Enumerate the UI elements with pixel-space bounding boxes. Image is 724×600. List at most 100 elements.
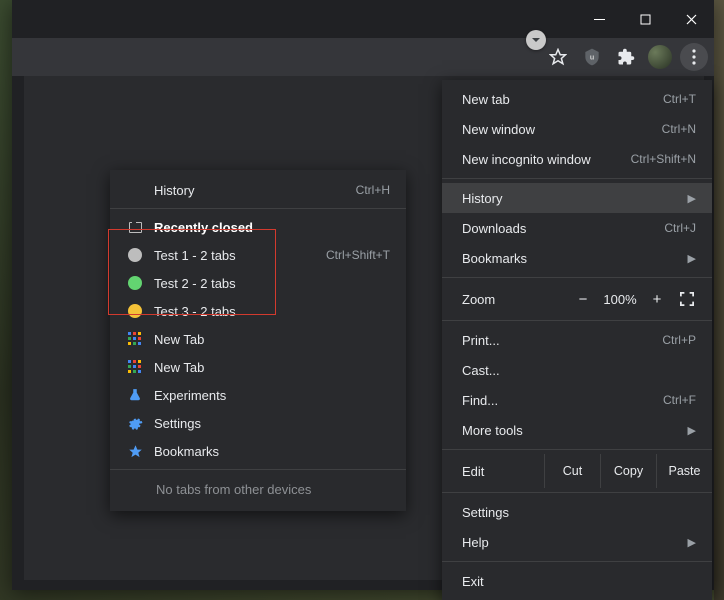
zoom-in-button[interactable]: + (642, 291, 672, 308)
window-maximize-button[interactable] (622, 0, 668, 38)
group-color-icon (126, 276, 144, 290)
menu-new-tab[interactable]: New tab Ctrl+T (442, 84, 712, 114)
group-label: Test 3 - 2 tabs (154, 304, 390, 319)
edit-cut-button[interactable]: Cut (544, 454, 600, 488)
profile-avatar[interactable] (646, 43, 674, 71)
recently-closed-page[interactable]: Experiments (110, 381, 406, 409)
chevron-right-icon: ▶ (688, 252, 696, 265)
page-label: Bookmarks (154, 444, 390, 459)
menu-separator (110, 208, 406, 209)
menu-label: Bookmarks (462, 251, 688, 266)
fullscreen-button[interactable] (672, 292, 702, 306)
extensions-puzzle-icon[interactable] (612, 43, 640, 71)
favicon-star-icon (126, 444, 144, 459)
menu-new-incognito[interactable]: New incognito window Ctrl+Shift+N (442, 144, 712, 174)
no-other-devices-text: No tabs from other devices (110, 474, 406, 505)
tab-search-button[interactable] (526, 30, 546, 50)
favicon-apps-icon (126, 332, 144, 346)
menu-shortcut: Ctrl+T (663, 92, 696, 106)
menu-edit-row: Edit Cut Copy Paste (442, 454, 712, 488)
menu-settings[interactable]: Settings (442, 497, 712, 527)
menu-more-tools[interactable]: More tools ▶ (442, 415, 712, 445)
menu-history[interactable]: History ▶ (442, 183, 712, 213)
menu-label: History (462, 191, 688, 206)
menu-label: More tools (462, 423, 688, 438)
group-color-icon (126, 304, 144, 318)
menu-label: New incognito window (462, 152, 631, 167)
menu-help[interactable]: Help ▶ (442, 527, 712, 557)
history-submenu: History Ctrl+H Recently closed Test 1 - … (110, 170, 406, 511)
menu-shortcut: Ctrl+J (664, 221, 696, 235)
menu-separator (442, 561, 712, 562)
chrome-main-menu: New tab Ctrl+T New window Ctrl+N New inc… (442, 80, 712, 600)
menu-shortcut: Ctrl+F (663, 393, 696, 407)
menu-label: Settings (462, 505, 696, 520)
menu-shortcut: Ctrl+N (662, 122, 696, 136)
menu-separator (442, 178, 712, 179)
recently-closed-group[interactable]: Test 3 - 2 tabs (110, 297, 406, 325)
menu-separator (442, 320, 712, 321)
menu-downloads[interactable]: Downloads Ctrl+J (442, 213, 712, 243)
menu-shortcut: Ctrl+P (662, 333, 696, 347)
menu-separator (442, 277, 712, 278)
svg-text:u: u (590, 53, 595, 62)
recently-closed-group[interactable]: Test 1 - 2 tabs Ctrl+Shift+T (110, 241, 406, 269)
menu-label: Cast... (462, 363, 696, 378)
menu-shortcut: Ctrl+H (356, 183, 390, 197)
menu-label: Print... (462, 333, 662, 348)
zoom-out-button[interactable]: − (568, 291, 598, 308)
menu-separator (442, 492, 712, 493)
menu-find[interactable]: Find... Ctrl+F (442, 385, 712, 415)
menu-label: Exit (462, 574, 696, 589)
menu-label: Find... (462, 393, 663, 408)
favicon-apps-icon (126, 360, 144, 374)
recently-closed-group[interactable]: Test 2 - 2 tabs (110, 269, 406, 297)
menu-shortcut: Ctrl+Shift+N (631, 152, 696, 166)
history-open-full[interactable]: History Ctrl+H (110, 176, 406, 204)
window-minimize-button[interactable] (576, 0, 622, 38)
toolbar: u (12, 38, 714, 76)
menu-label: Help (462, 535, 688, 550)
page-label: Experiments (154, 388, 390, 403)
menu-label: New tab (462, 92, 663, 107)
desktop-edge (714, 0, 724, 600)
heading-label: Recently closed (154, 220, 390, 235)
page-label: Settings (154, 416, 390, 431)
favicon-gear-icon (126, 416, 144, 431)
group-color-icon (126, 248, 144, 262)
window-close-button[interactable] (668, 0, 714, 38)
chevron-right-icon: ▶ (688, 424, 696, 437)
menu-shortcut: Ctrl+Shift+T (326, 248, 390, 262)
edit-label: Edit (442, 454, 544, 488)
recently-closed-page[interactable]: Bookmarks (110, 437, 406, 465)
ublock-extension-icon[interactable]: u (578, 43, 606, 71)
menu-label: Downloads (462, 221, 664, 236)
group-label: Test 2 - 2 tabs (154, 276, 390, 291)
edit-copy-button[interactable]: Copy (600, 454, 656, 488)
menu-zoom: Zoom − 100% + (442, 282, 712, 316)
edit-paste-button[interactable]: Paste (656, 454, 712, 488)
menu-bookmarks[interactable]: Bookmarks ▶ (442, 243, 712, 273)
menu-separator (110, 469, 406, 470)
window-titlebar (12, 0, 714, 38)
group-label: Test 1 - 2 tabs (154, 248, 316, 263)
recently-closed-page[interactable]: New Tab (110, 325, 406, 353)
menu-new-window[interactable]: New window Ctrl+N (442, 114, 712, 144)
chrome-menu-button[interactable] (680, 43, 708, 71)
zoom-label: Zoom (462, 292, 568, 307)
menu-exit[interactable]: Exit (442, 566, 712, 596)
menu-separator (442, 449, 712, 450)
recently-closed-page[interactable]: Settings (110, 409, 406, 437)
menu-print[interactable]: Print... Ctrl+P (442, 325, 712, 355)
menu-cast[interactable]: Cast... (442, 355, 712, 385)
recently-closed-page[interactable]: New Tab (110, 353, 406, 381)
menu-label: New window (462, 122, 662, 137)
page-label: New Tab (154, 360, 390, 375)
chevron-right-icon: ▶ (688, 536, 696, 549)
window-icon (126, 222, 144, 233)
favicon-flask-icon (126, 388, 144, 402)
chevron-right-icon: ▶ (688, 192, 696, 205)
page-label: New Tab (154, 332, 390, 347)
bookmark-star-icon[interactable] (544, 43, 572, 71)
zoom-percent: 100% (598, 292, 642, 307)
